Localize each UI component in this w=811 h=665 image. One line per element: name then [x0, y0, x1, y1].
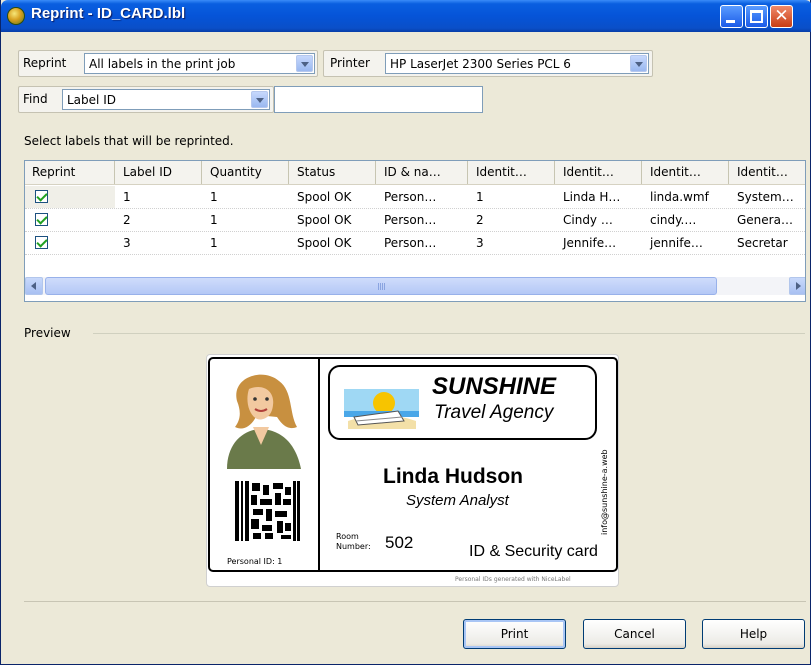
- room-number: 502: [385, 533, 414, 552]
- table-cell: 2: [476, 213, 484, 227]
- table-cell: Genera…: [737, 213, 793, 227]
- minimize-icon: [726, 20, 735, 23]
- table-cell: Spool OK: [297, 190, 352, 204]
- table-cell: 2: [123, 213, 131, 227]
- minimize-button[interactable]: [720, 5, 743, 28]
- close-button[interactable]: ✕: [770, 5, 793, 28]
- room-label: Room Number:: [336, 532, 371, 551]
- find-input[interactable]: [274, 86, 483, 113]
- table-header: Reprint Label ID Quantity Status ID & na…: [25, 161, 805, 185]
- table-row[interactable]: 3 1 Spool OK Person… 3 Jennife… jennife……: [25, 232, 805, 255]
- maximize-button[interactable]: [745, 5, 768, 28]
- chevron-down-icon[interactable]: [630, 55, 647, 72]
- cardholder-name: Linda Hudson: [383, 465, 523, 488]
- table-cell: 1: [123, 190, 131, 204]
- personal-id: Personal ID: 1: [227, 557, 283, 566]
- company-subtitle: Travel Agency: [434, 402, 554, 423]
- maximize-icon: [750, 10, 763, 23]
- table-cell: Spool OK: [297, 236, 352, 250]
- reprint-cell: [25, 232, 115, 254]
- table-cell: 1: [210, 190, 218, 204]
- printer-dropdown[interactable]: HP LaserJet 2300 Series PCL 6: [385, 53, 649, 74]
- chevron-down-icon[interactable]: [296, 55, 313, 72]
- column-header-status[interactable]: Status: [290, 161, 376, 184]
- instruction-text: Select labels that will be reprinted.: [24, 134, 234, 148]
- labels-table: Reprint Label ID Quantity Status ID & na…: [24, 160, 806, 302]
- column-header-reprint[interactable]: Reprint: [25, 161, 115, 184]
- generator-note: Personal IDs generated with NiceLabel: [455, 576, 571, 583]
- table-row[interactable]: 2 1 Spool OK Person… 2 Cindy … cindy.… G…: [25, 209, 805, 232]
- scrollbar-thumb[interactable]: [45, 277, 717, 295]
- printer-value: HP LaserJet 2300 Series PCL 6: [390, 57, 571, 71]
- card-divider: [318, 357, 320, 572]
- table-cell: Spool OK: [297, 213, 352, 227]
- scroll-left-icon[interactable]: [25, 277, 43, 295]
- close-icon: ✕: [774, 6, 789, 26]
- cardholder-title: System Analyst: [406, 492, 509, 509]
- table-cell: 3: [123, 236, 131, 250]
- chevron-down-icon[interactable]: [251, 91, 268, 108]
- table-cell: System…: [737, 190, 794, 204]
- reprint-label: Reprint: [23, 56, 67, 70]
- column-header-quantity[interactable]: Quantity: [203, 161, 289, 184]
- person-photo: [227, 374, 301, 469]
- cancel-button[interactable]: Cancel: [583, 619, 686, 649]
- table-row[interactable]: 1 1 Spool OK Person… 1 Linda H… linda.wm…: [25, 186, 805, 209]
- reprint-toolbar: Reprint All labels in the print job: [18, 50, 318, 77]
- column-header-identity-1[interactable]: Identit…: [469, 161, 555, 184]
- printer-label: Printer: [330, 56, 370, 70]
- company-name: SUNSHINE: [432, 373, 557, 400]
- reprint-dialog: Reprint - ID_CARD.lbl ✕ Reprint All labe…: [0, 0, 811, 665]
- table-cell: Jennife…: [563, 236, 617, 250]
- reprint-scope-value: All labels in the print job: [89, 57, 236, 71]
- company-logo-box: SUNSHINE Travel Agency: [328, 365, 597, 440]
- print-button[interactable]: Print: [463, 619, 566, 649]
- app-icon: [7, 7, 25, 25]
- table-cell: Person…: [384, 236, 437, 250]
- find-toolbar: Find Label ID: [18, 86, 274, 113]
- table-cell: jennife…: [650, 236, 703, 250]
- label-preview: Personal ID: 1 SUNSHINE Travel Agency in…: [206, 354, 619, 587]
- find-label: Find: [23, 92, 48, 106]
- table-cell: 1: [476, 190, 484, 204]
- table-cell: Secretar: [737, 236, 788, 250]
- card-type: ID & Security card: [469, 543, 598, 560]
- column-header-identity-4[interactable]: Identit…: [730, 161, 805, 184]
- reprint-cell: [25, 186, 115, 208]
- table-cell: cindy.…: [650, 213, 697, 227]
- table-cell: Person…: [384, 190, 437, 204]
- window-title: Reprint - ID_CARD.lbl: [31, 5, 186, 22]
- find-field-value: Label ID: [67, 93, 116, 107]
- help-button[interactable]: Help: [702, 619, 805, 649]
- beach-logo-icon: [344, 389, 419, 429]
- barcode-icon: [235, 481, 300, 541]
- table-cell: 1: [210, 213, 218, 227]
- table-cell: 1: [210, 236, 218, 250]
- preview-section-label: Preview: [24, 326, 71, 340]
- button-divider: [24, 601, 806, 602]
- column-header-identity-2[interactable]: Identit…: [556, 161, 642, 184]
- company-website: info@sunshine-a.web: [600, 449, 609, 535]
- scroll-right-icon[interactable]: [789, 277, 805, 295]
- column-header-id-name[interactable]: ID & na…: [377, 161, 468, 184]
- title-bar[interactable]: Reprint - ID_CARD.lbl ✕: [1, 0, 811, 32]
- table-cell: 3: [476, 236, 484, 250]
- preview-divider: [93, 333, 805, 334]
- reprint-scope-dropdown[interactable]: All labels in the print job: [84, 53, 315, 74]
- reprint-checkbox[interactable]: [35, 236, 48, 249]
- reprint-checkbox[interactable]: [35, 190, 48, 203]
- column-header-identity-3[interactable]: Identit…: [643, 161, 729, 184]
- table-cell: Cindy …: [563, 213, 613, 227]
- reprint-checkbox[interactable]: [35, 213, 48, 226]
- table-cell: Linda H…: [563, 190, 621, 204]
- column-header-label-id[interactable]: Label ID: [116, 161, 202, 184]
- reprint-cell: [25, 209, 115, 231]
- printer-toolbar: Printer HP LaserJet 2300 Series PCL 6: [323, 50, 653, 77]
- table-cell: Person…: [384, 213, 437, 227]
- find-field-dropdown[interactable]: Label ID: [62, 89, 270, 110]
- horizontal-scrollbar[interactable]: [25, 277, 805, 295]
- table-cell: linda.wmf: [650, 190, 709, 204]
